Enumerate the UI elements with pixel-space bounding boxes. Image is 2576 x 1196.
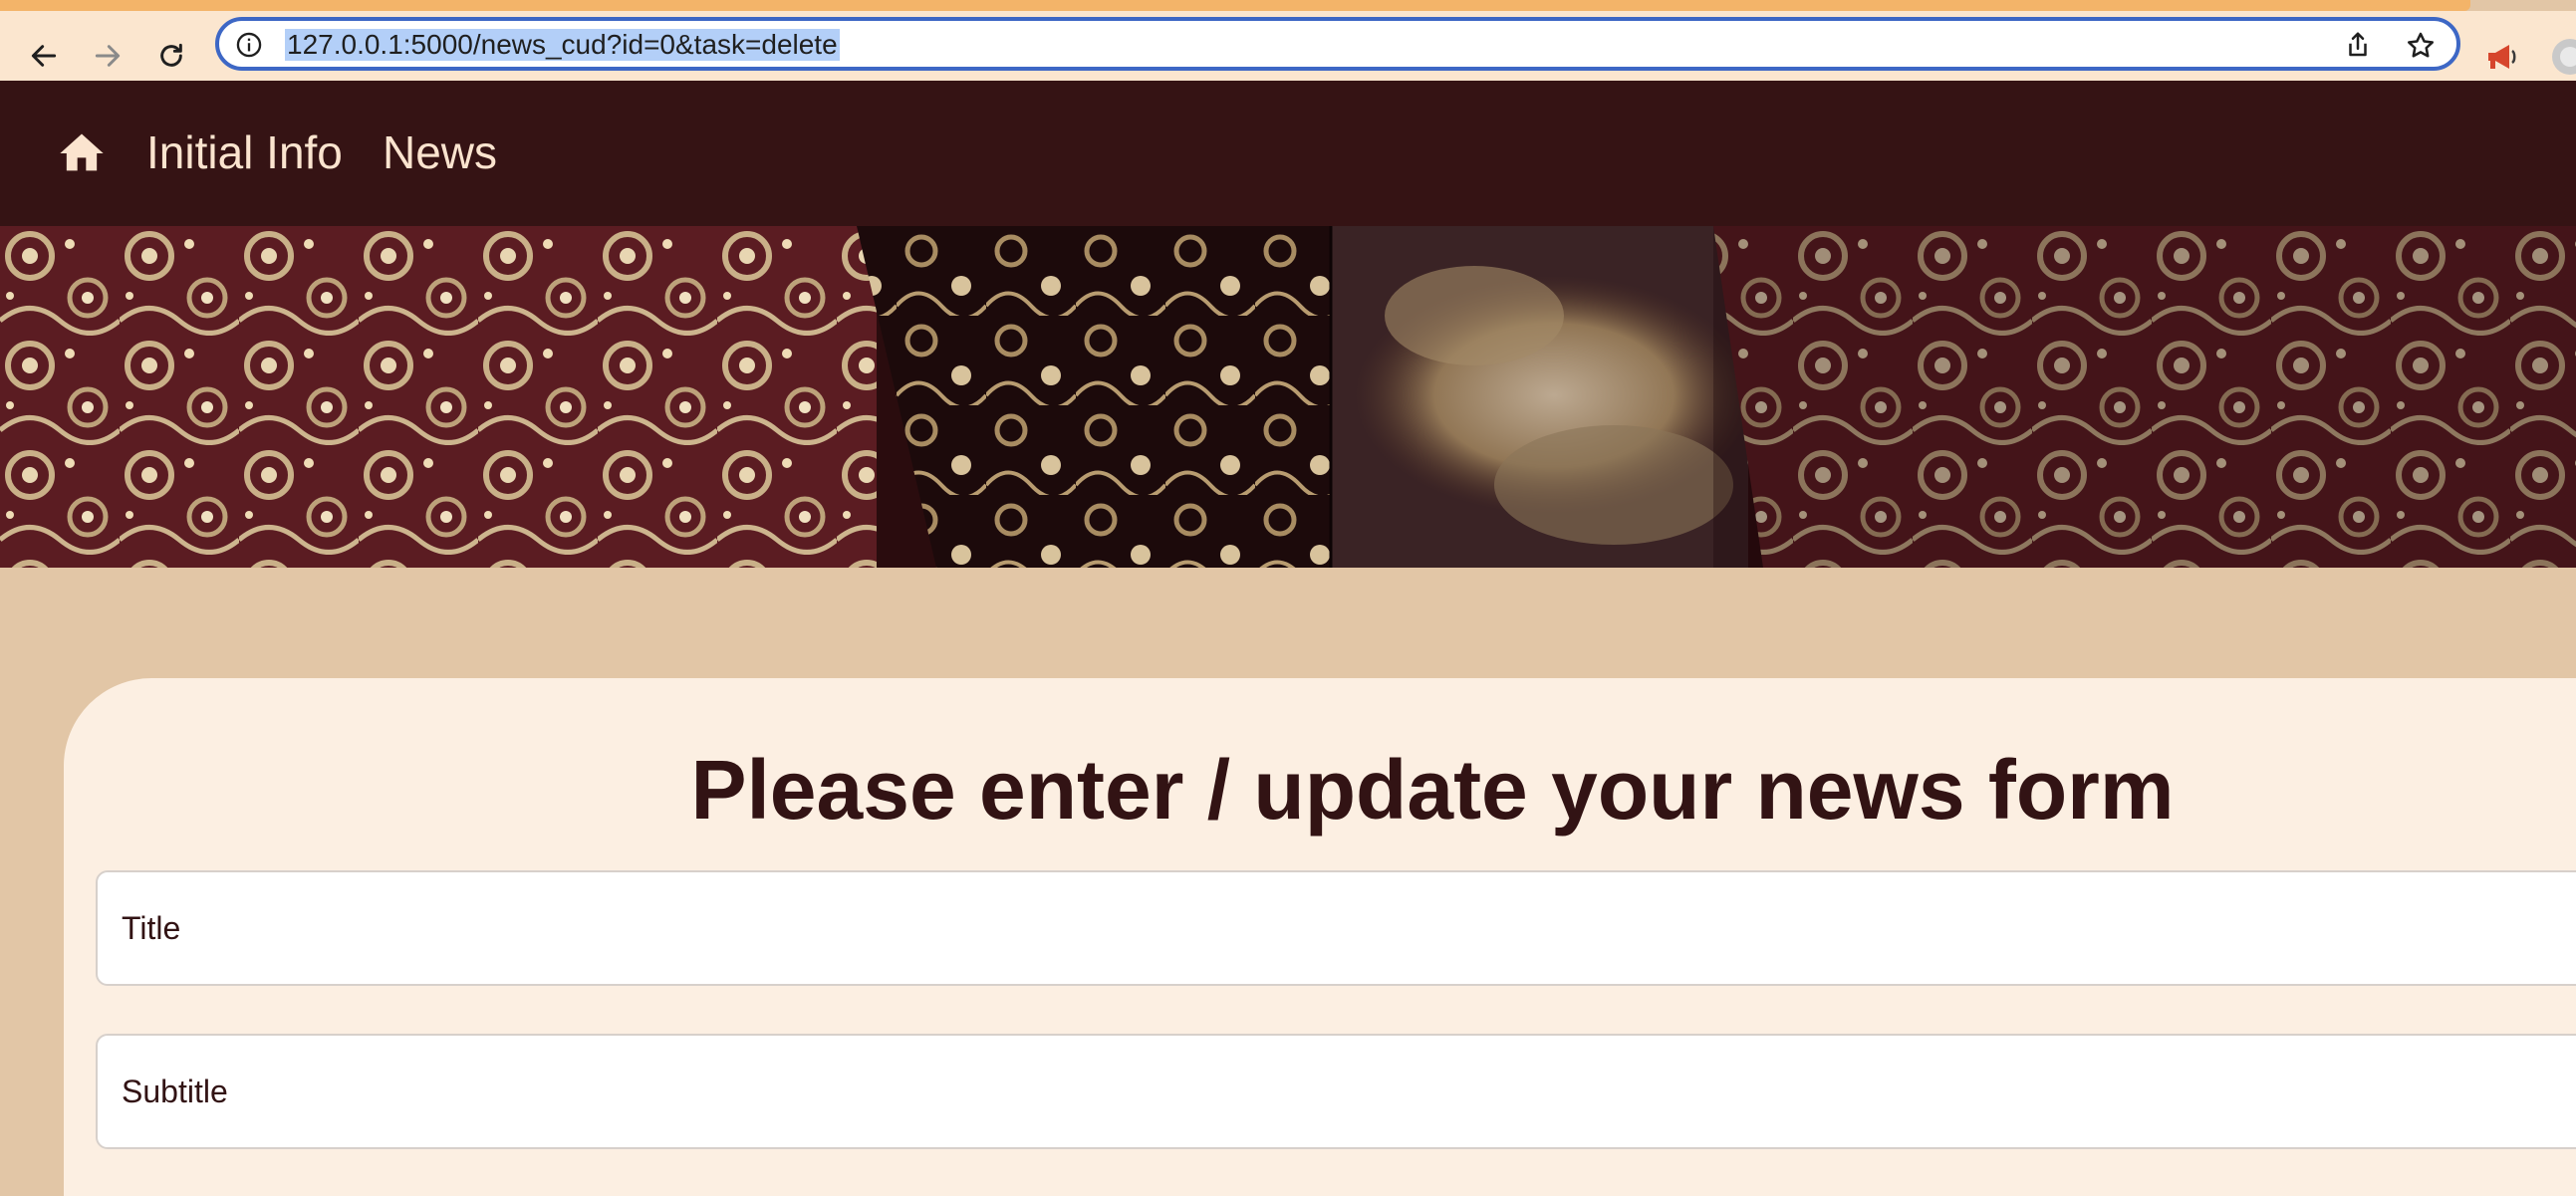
megaphone-extension-icon[interactable]	[2484, 41, 2522, 73]
title-input[interactable]	[98, 872, 2576, 984]
share-icon[interactable]	[2343, 30, 2373, 60]
nav-link-initial-info[interactable]: Initial Info	[146, 122, 343, 182]
forward-button[interactable]	[86, 34, 129, 78]
info-icon[interactable]	[235, 31, 263, 59]
news-form-card: Please enter / update your news form	[64, 678, 2576, 1196]
site-navbar: Initial Info News	[0, 81, 2576, 226]
title-field[interactable]	[96, 870, 2576, 986]
subtitle-input[interactable]	[98, 1036, 2576, 1147]
address-bar[interactable]: 127.0.0.1:5000/news_cud?id=0&task=delete	[215, 17, 2460, 71]
nav-link-news[interactable]: News	[383, 122, 497, 182]
home-icon[interactable]	[56, 127, 108, 179]
reload-icon	[160, 43, 182, 67]
reload-button[interactable]	[149, 34, 193, 78]
browser-tab-strip-edge	[0, 0, 2470, 11]
profile-avatar[interactable]	[2552, 39, 2576, 75]
url-text[interactable]: 127.0.0.1:5000/news_cud?id=0&task=delete	[285, 29, 840, 61]
back-button[interactable]	[22, 34, 66, 78]
forward-arrow-icon	[95, 45, 121, 67]
star-icon[interactable]	[2405, 30, 2437, 62]
browser-toolbar: 127.0.0.1:5000/news_cud?id=0&task=delete	[0, 11, 2576, 81]
form-heading: Please enter / update your news form	[690, 743, 2175, 837]
back-arrow-icon	[31, 45, 57, 67]
hero-banner-image	[0, 226, 2576, 568]
subtitle-field[interactable]	[96, 1034, 2576, 1149]
